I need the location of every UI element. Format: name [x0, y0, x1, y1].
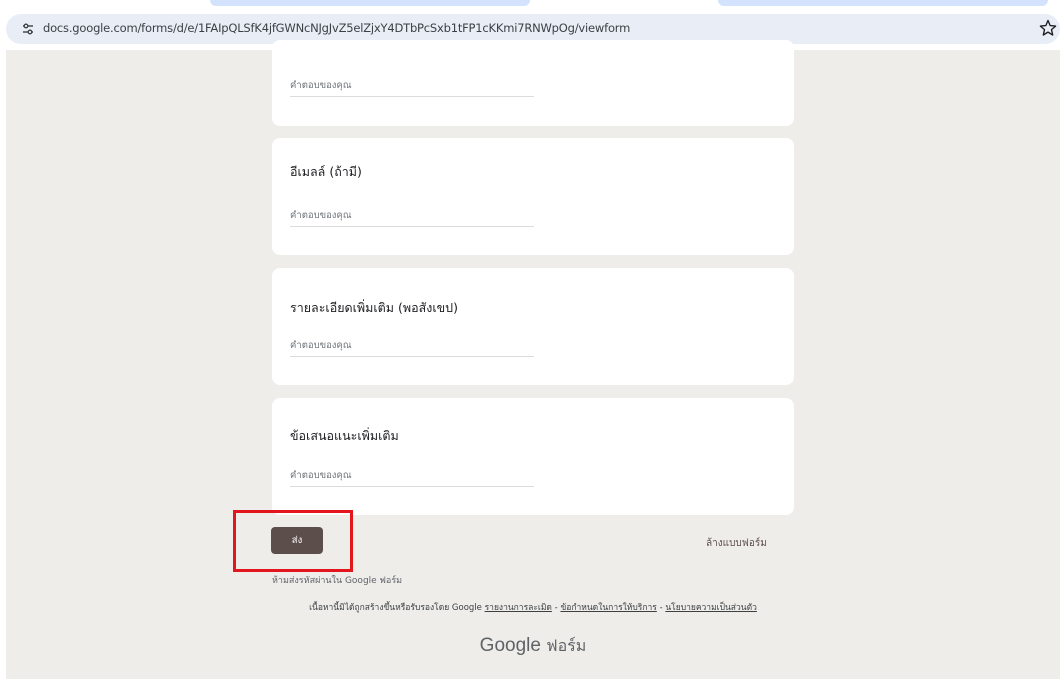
answer-input[interactable]: คำตอบของคุณ: [290, 78, 534, 97]
browser-tab[interactable]: [718, 0, 1048, 6]
footer-disclaimer: เนื้อหานี้มิได้ถูกสร้างขึ้นหรือรับรองโดย…: [6, 600, 1060, 614]
answer-input[interactable]: คำตอบของคุณ: [290, 468, 534, 487]
clear-form-button[interactable]: ล้างแบบฟอร์ม: [706, 536, 767, 551]
question-card: รายละเอียดเพิ่มเติม (พอสังเขป) คำตอบของค…: [272, 268, 794, 385]
url-text[interactable]: docs.google.com/forms/d/e/1FAIpQLSfK4jfG…: [43, 21, 630, 35]
report-abuse-link[interactable]: รายงานการละเมิด: [485, 603, 552, 613]
footer-separator: -: [554, 603, 558, 613]
question-title: อีเมลล์ (ถ้ามี): [290, 164, 362, 179]
question-card: ข้อเสนอแนะเพิ่มเติม คำตอบของคุณ: [272, 398, 794, 515]
brand-google: Google: [479, 635, 541, 656]
question-title: รายละเอียดเพิ่มเติม (พอสังเขป): [290, 300, 458, 315]
browser-tab[interactable]: [210, 0, 530, 6]
brand-forms: ฟอร์ม: [546, 638, 587, 655]
site-settings-icon[interactable]: [20, 21, 36, 37]
question-title: ข้อเสนอแนะเพิ่มเติม: [290, 428, 399, 443]
google-forms-logo[interactable]: Google ฟอร์ม: [6, 634, 1060, 659]
tab-strip: [0, 0, 1062, 8]
privacy-link[interactable]: นโยบายความเป็นส่วนตัว: [665, 603, 757, 613]
question-card: คำตอบของคุณ: [272, 40, 794, 126]
question-card: อีเมลล์ (ถ้ามี) คำตอบของคุณ: [272, 138, 794, 255]
terms-link[interactable]: ข้อกำหนดในการให้บริการ: [560, 603, 656, 613]
answer-input[interactable]: คำตอบของคุณ: [290, 208, 534, 227]
form-page: คำตอบของคุณ อีเมลล์ (ถ้ามี) คำตอบของคุณ …: [6, 40, 1060, 679]
answer-input[interactable]: คำตอบของคุณ: [290, 338, 534, 357]
footer-separator: -: [659, 603, 663, 613]
highlight-annotation: [233, 510, 353, 572]
password-warning: ห้ามส่งรหัสผ่านใน Google ฟอร์ม: [272, 576, 403, 586]
disclaimer-text: เนื้อหานี้มิได้ถูกสร้างขึ้นหรือรับรองโดย…: [309, 603, 482, 613]
bookmark-star-icon[interactable]: [1038, 18, 1058, 38]
